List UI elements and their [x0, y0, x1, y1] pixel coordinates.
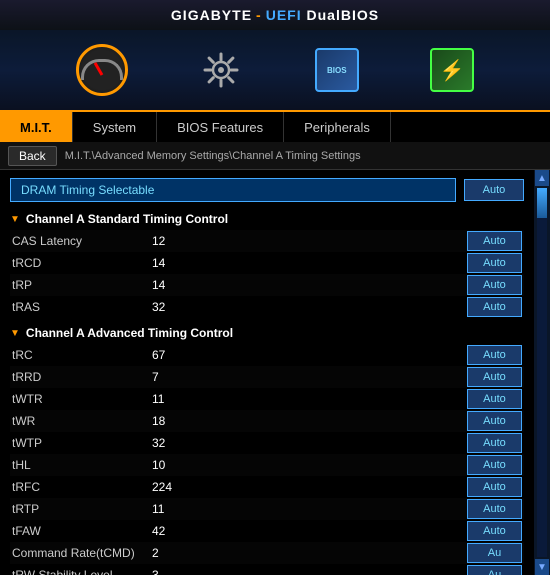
- advanced-auto-btn-2[interactable]: Auto: [467, 389, 522, 409]
- breadcrumb-bar: Back M.I.T.\Advanced Memory Settings\Cha…: [0, 142, 550, 170]
- standard-timing-row-0: CAS Latency 12 Auto: [10, 230, 524, 252]
- advanced-timing-row-8: tFAW 42 Auto: [10, 520, 524, 542]
- bios-chip-icon: [315, 48, 359, 92]
- advanced-auto-btn-8[interactable]: Auto: [467, 521, 522, 541]
- advanced-timing-row-3: tWR 18 Auto: [10, 410, 524, 432]
- mit-icon: [76, 44, 128, 96]
- nav-mit[interactable]: [76, 44, 128, 96]
- scrollbar: ▲ ▼: [534, 170, 550, 575]
- header-separator: -: [256, 7, 262, 23]
- advanced-timing-row-0: tRC 67 Auto: [10, 344, 524, 366]
- advanced-section-header: ▼ Channel A Advanced Timing Control: [10, 326, 524, 340]
- main-content: DRAM Timing Selectable Auto ▼ Channel A …: [0, 170, 550, 575]
- standard-section-header: ▼ Channel A Standard Timing Control: [10, 212, 524, 226]
- advanced-auto-btn-6[interactable]: Auto: [467, 477, 522, 497]
- advanced-auto-btn-3[interactable]: Auto: [467, 411, 522, 431]
- advanced-timing-row-1: tRRD 7 Auto: [10, 366, 524, 388]
- tab-mit[interactable]: M.I.T.: [0, 112, 73, 142]
- standard-timing-row-2: tRP 14 Auto: [10, 274, 524, 296]
- triangle-icon: ▼: [10, 214, 20, 225]
- scroll-down-button[interactable]: ▼: [535, 559, 549, 575]
- dualbios-label: DualBIOS: [307, 7, 380, 23]
- nav-bios[interactable]: [315, 48, 359, 92]
- tab-system[interactable]: System: [73, 112, 157, 142]
- standard-timing-row-3: tRAS 32 Auto: [10, 296, 524, 318]
- advanced-timing-row-9: Command Rate(tCMD) 2 Au: [10, 542, 524, 564]
- advanced-timing-row-7: tRTP 11 Auto: [10, 498, 524, 520]
- nav-area: [0, 30, 550, 110]
- scroll-thumb[interactable]: [537, 188, 547, 218]
- advanced-auto-btn-7[interactable]: Auto: [467, 499, 522, 519]
- tab-bios[interactable]: BIOS Features: [157, 112, 284, 142]
- uefi-label: UEFI: [266, 7, 302, 23]
- dram-timing-btn[interactable]: Auto: [464, 179, 524, 201]
- scroll-up-button[interactable]: ▲: [535, 170, 549, 186]
- nav-system[interactable]: [199, 48, 243, 92]
- advanced-auto-btn-1[interactable]: Auto: [467, 367, 522, 387]
- advanced-auto-btn-4[interactable]: Auto: [467, 433, 522, 453]
- dram-timing-label: DRAM Timing Selectable: [10, 178, 456, 202]
- advanced-timing-row-10: tRW Stability Level 3 Au: [10, 564, 524, 575]
- header-bar: GIGABYTE - UEFI DualBIOS: [0, 0, 550, 30]
- back-button[interactable]: Back: [8, 146, 57, 166]
- advanced-timing-row-5: tHL 10 Auto: [10, 454, 524, 476]
- standard-auto-btn-1[interactable]: Auto: [467, 253, 522, 273]
- tab-peripherals[interactable]: Peripherals: [284, 112, 391, 142]
- brand-name: GIGABYTE: [171, 7, 252, 23]
- scroll-track: [537, 188, 547, 557]
- dram-timing-row: DRAM Timing Selectable Auto: [10, 178, 524, 202]
- standard-auto-btn-3[interactable]: Auto: [467, 297, 522, 317]
- standard-auto-btn-2[interactable]: Auto: [467, 275, 522, 295]
- advanced-auto-btn-0[interactable]: Auto: [467, 345, 522, 365]
- breadcrumb: M.I.T.\Advanced Memory Settings\Channel …: [65, 150, 361, 162]
- triangle-icon-2: ▼: [10, 328, 20, 339]
- content-area: DRAM Timing Selectable Auto ▼ Channel A …: [0, 170, 534, 575]
- advanced-auto-btn-9[interactable]: Au: [467, 543, 522, 563]
- advanced-timing-row-4: tWTP 32 Auto: [10, 432, 524, 454]
- advanced-auto-btn-10[interactable]: Au: [467, 565, 522, 575]
- nav-peripherals[interactable]: [430, 48, 474, 92]
- advanced-timing-row-6: tRFC 224 Auto: [10, 476, 524, 498]
- standard-auto-btn-0[interactable]: Auto: [467, 231, 522, 251]
- advanced-timing-row-2: tWTR 11 Auto: [10, 388, 524, 410]
- system-gear-icon: [199, 48, 243, 92]
- advanced-auto-btn-5[interactable]: Auto: [467, 455, 522, 475]
- tab-bar: M.I.T. System BIOS Features Peripherals: [0, 110, 550, 142]
- peripherals-icon: [430, 48, 474, 92]
- standard-timing-row-1: tRCD 14 Auto: [10, 252, 524, 274]
